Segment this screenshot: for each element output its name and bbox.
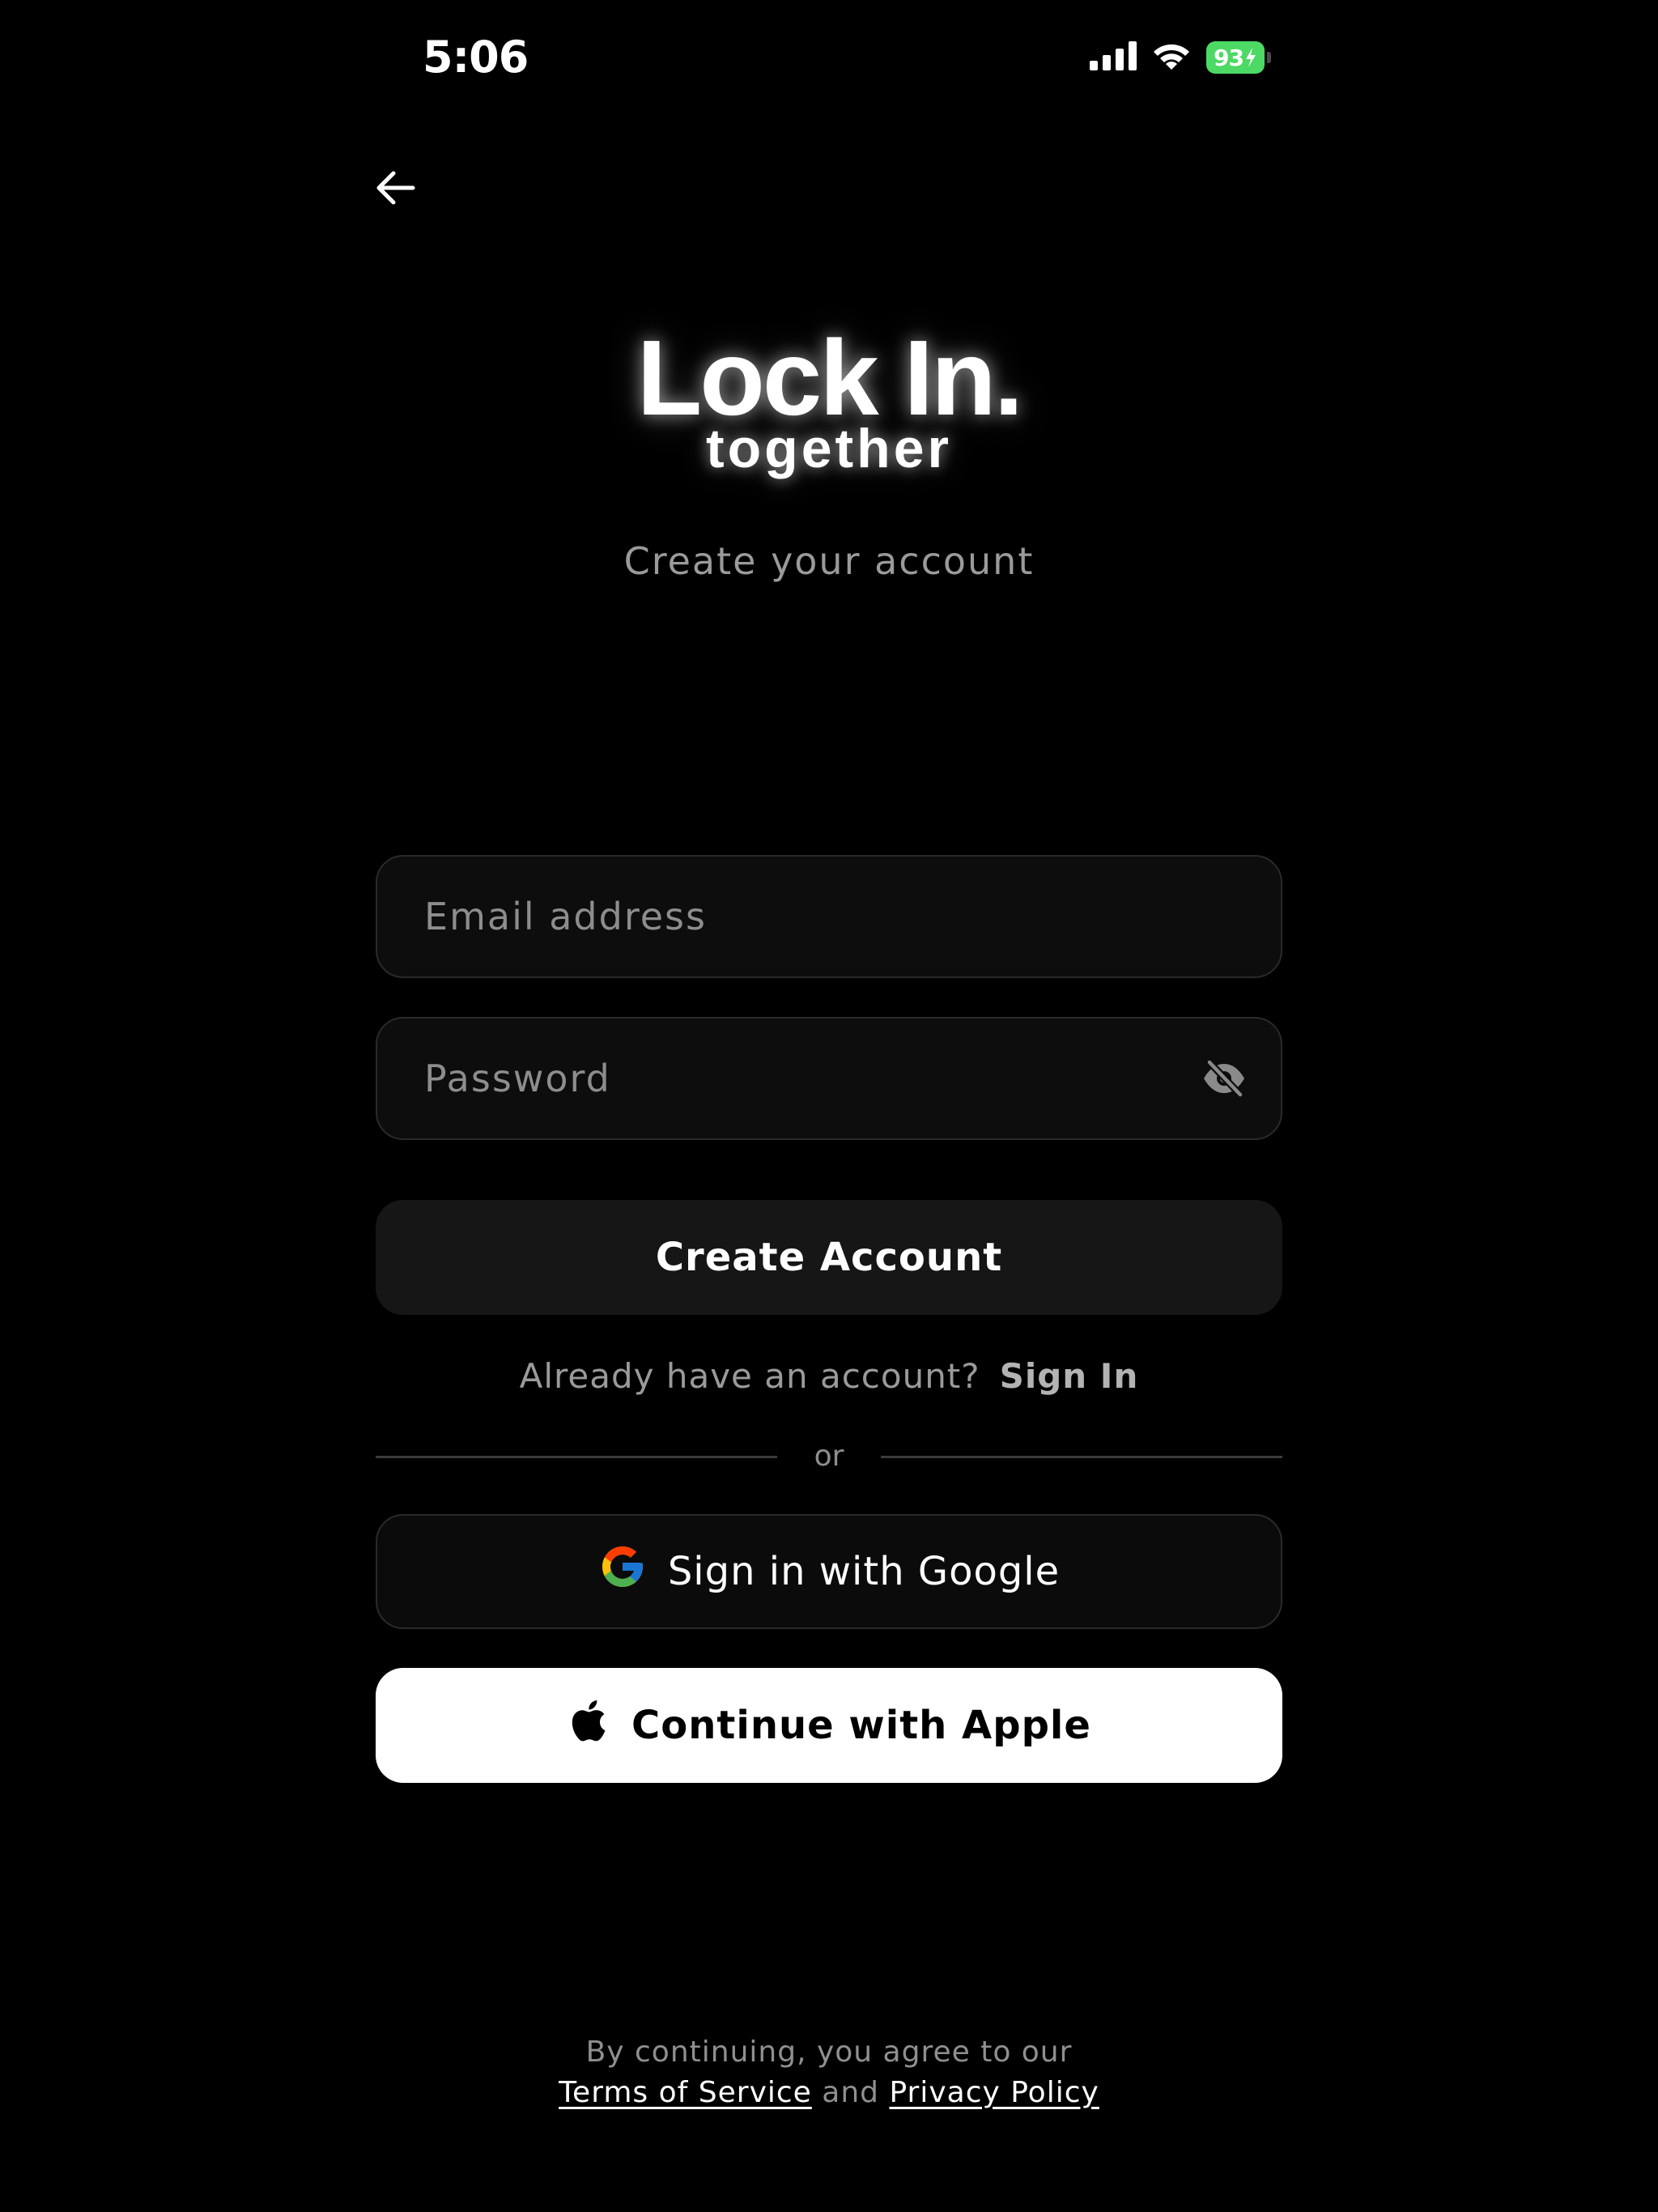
google-logo-icon xyxy=(598,1542,647,1601)
apple-button-label: Continue with Apple xyxy=(631,1703,1091,1748)
password-field[interactable] xyxy=(377,1019,1281,1138)
eye-off-icon xyxy=(1201,1058,1247,1101)
legal-conjunction: and xyxy=(822,2076,880,2109)
signin-prompt-text: Already have an account? xyxy=(519,1356,980,1396)
sign-in-link[interactable]: Sign In xyxy=(1000,1356,1139,1396)
divider-left xyxy=(376,1456,777,1458)
app-logo-subtitle: together xyxy=(706,418,952,479)
email-field-container xyxy=(376,855,1282,978)
status-indicators: 93 xyxy=(1090,39,1276,76)
legal-notice: By continuing, you agree to our xyxy=(585,2035,1073,2069)
back-button[interactable] xyxy=(366,160,424,219)
apple-logo-icon xyxy=(567,1696,607,1755)
password-visibility-toggle[interactable] xyxy=(1200,1056,1248,1104)
password-field-container xyxy=(376,1017,1282,1140)
page-subtitle: Create your account xyxy=(623,539,1035,583)
legal-links: Terms of Service and Privacy Policy xyxy=(0,2073,1658,2113)
email-field[interactable] xyxy=(377,857,1281,976)
terms-of-service-link[interactable]: Terms of Service xyxy=(559,2076,812,2109)
google-sign-in-button[interactable]: Sign in with Google xyxy=(376,1514,1282,1629)
battery-level: 93 xyxy=(1214,44,1244,71)
battery-charging-icon: 93 xyxy=(1206,41,1271,74)
divider-right xyxy=(881,1456,1282,1458)
wifi-icon xyxy=(1151,40,1192,74)
create-account-button[interactable]: Create Account xyxy=(376,1200,1282,1315)
cellular-signal-icon xyxy=(1090,41,1137,74)
apple-sign-in-button[interactable]: Continue with Apple xyxy=(376,1668,1282,1783)
status-time: 5:06 xyxy=(423,32,529,83)
arrow-left-icon xyxy=(374,167,416,212)
google-button-label: Sign in with Google xyxy=(667,1549,1061,1594)
divider-label: or xyxy=(814,1440,844,1473)
signin-prompt: Already have an account? Sign In xyxy=(0,1354,1658,1399)
privacy-policy-link[interactable]: Privacy Policy xyxy=(889,2076,1099,2109)
